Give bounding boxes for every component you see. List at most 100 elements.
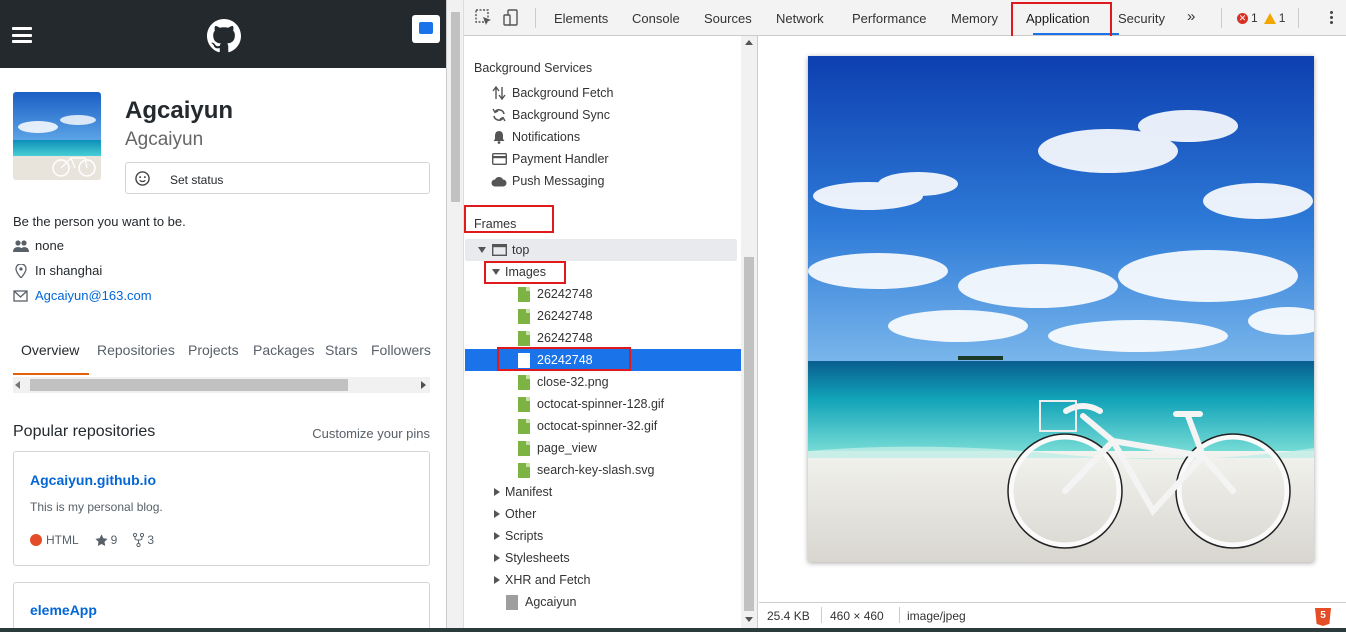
hamburger-menu-icon[interactable] (12, 27, 32, 43)
page-vertical-scrollbar[interactable] (447, 0, 464, 632)
sidebar-item-background-sync[interactable]: Background Sync (491, 108, 610, 122)
tree-item-manifest[interactable]: Manifest (494, 485, 552, 499)
tree-item-label: Agcaiyun (525, 595, 577, 609)
scroll-up-icon[interactable] (745, 40, 753, 45)
tab-performance[interactable]: Performance (852, 11, 926, 26)
tree-item-label: top (512, 243, 530, 257)
tree-item-image[interactable]: search-key-slash.svg (516, 462, 654, 478)
tab-console[interactable]: Console (632, 11, 680, 26)
tree-item-image[interactable]: 26242748 (516, 308, 593, 324)
popular-repositories-title: Popular repositories (13, 423, 156, 440)
scroll-down-icon[interactable] (745, 617, 753, 622)
profile-email[interactable]: Agcaiyun@163.com (13, 288, 152, 303)
error-icon: ✕ (1237, 12, 1248, 24)
sidebar-item-label: Payment Handler (512, 152, 609, 166)
collapse-triangle-icon[interactable] (494, 532, 500, 540)
repo-card: Agcaiyun.github.io This is my personal b… (13, 451, 430, 566)
set-status-button[interactable]: Set status (125, 162, 430, 194)
tab-stars[interactable]: Stars (325, 342, 358, 358)
scrollbar-thumb[interactable] (30, 379, 348, 391)
extension-icon[interactable] (412, 15, 440, 43)
card-icon (491, 153, 507, 165)
tree-item-image[interactable]: page_view (516, 440, 597, 456)
sidebar-item-notifications[interactable]: Notifications (491, 130, 580, 144)
image-file-icon (518, 374, 530, 390)
scroll-right-icon[interactable] (421, 381, 426, 389)
footer-separator (899, 607, 900, 623)
tree-item-image[interactable]: close-32.png (516, 374, 609, 390)
collapse-triangle-icon[interactable] (494, 488, 500, 496)
collapse-triangle-icon[interactable] (494, 554, 500, 562)
scrollbar-thumb[interactable] (744, 257, 754, 611)
more-options-icon[interactable] (1330, 11, 1334, 25)
tab-memory[interactable]: Memory (951, 11, 998, 26)
tab-followers[interactable]: Followers (371, 342, 431, 358)
email-link[interactable]: Agcaiyun@163.com (35, 288, 152, 303)
tab-elements[interactable]: Elements (554, 11, 608, 26)
highlight-box-images (484, 261, 566, 284)
screen: Agcaiyun Agcaiyun Set status Be the pers… (0, 0, 1346, 632)
image-dimensions: 460 × 460 (830, 609, 884, 623)
error-counter[interactable]: ✕ 1 1 (1237, 11, 1285, 25)
location-text: In shanghai (35, 263, 103, 278)
bell-icon (493, 131, 505, 144)
collapse-triangle-icon[interactable] (494, 510, 500, 518)
tab-sources[interactable]: Sources (704, 11, 752, 26)
image-file-icon (518, 418, 530, 434)
tree-item-label: 26242748 (537, 287, 593, 301)
image-file-icon (518, 462, 530, 478)
tree-item-image[interactable]: octocat-spinner-128.gif (516, 396, 664, 412)
tree-item-stylesheets[interactable]: Stylesheets (494, 551, 570, 565)
repo-stars[interactable]: 9 (111, 533, 118, 547)
inspect-element-icon[interactable] (475, 9, 493, 27)
repo-name-link[interactable]: elemeApp (30, 602, 97, 618)
tab-packages[interactable]: Packages (253, 342, 314, 358)
tab-security[interactable]: Security (1118, 11, 1165, 26)
repo-card: elemeApp (13, 582, 430, 632)
image-file-icon (518, 396, 530, 412)
document-file-icon (506, 594, 518, 610)
tab-network[interactable]: Network (776, 11, 824, 26)
profile-company: none (13, 238, 64, 253)
toolbar-separator (535, 8, 536, 28)
sidebar-scrollbar[interactable] (741, 36, 757, 632)
collapse-triangle-icon[interactable] (494, 576, 500, 584)
sidebar-item-background-fetch[interactable]: Background Fetch (491, 86, 613, 100)
tree-item-image[interactable]: octocat-spinner-32.gif (516, 418, 658, 434)
github-profile-page: Agcaiyun Agcaiyun Set status Be the pers… (0, 0, 446, 632)
tabs-horizontal-scrollbar[interactable] (13, 377, 430, 393)
scroll-left-icon[interactable] (15, 381, 20, 389)
tab-repositories[interactable]: Repositories (97, 342, 175, 358)
devtools-toolbar: Elements Console Sources Network Perform… (464, 0, 1346, 45)
sidebar-item-payment-handler[interactable]: Payment Handler (491, 152, 609, 166)
cloud-icon (491, 176, 507, 186)
more-tabs-icon[interactable]: » (1187, 8, 1195, 25)
image-file-icon (518, 286, 530, 302)
tree-item-other[interactable]: Other (494, 507, 536, 521)
sidebar-item-push-messaging[interactable]: Push Messaging (491, 174, 604, 188)
profile-name: Agcaiyun (125, 97, 234, 124)
error-count: 1 (1251, 11, 1258, 25)
tree-item-scripts[interactable]: Scripts (494, 529, 543, 543)
repo-forks[interactable]: 3 (147, 533, 154, 547)
tree-item-document[interactable]: Agcaiyun (504, 594, 577, 610)
tree-item-xhr-fetch[interactable]: XHR and Fetch (494, 573, 590, 587)
avatar[interactable] (13, 92, 101, 180)
tree-item-label: octocat-spinner-32.gif (537, 419, 658, 433)
scrollbar-thumb[interactable] (451, 12, 460, 202)
tab-projects[interactable]: Projects (188, 342, 239, 358)
profile-login: Agcaiyun (125, 129, 204, 150)
tab-overview[interactable]: Overview (21, 342, 79, 358)
customize-pins-link[interactable]: Customize your pins (312, 426, 430, 441)
tree-item-image[interactable]: 26242748 (516, 286, 593, 302)
repo-name-link[interactable]: Agcaiyun.github.io (30, 472, 156, 488)
highlight-box-selected-image (497, 347, 631, 371)
github-logo-icon[interactable] (207, 19, 241, 53)
people-icon (13, 239, 29, 252)
tree-item-image[interactable]: 26242748 (516, 330, 593, 346)
device-toolbar-icon[interactable] (503, 9, 521, 27)
mail-icon (13, 289, 28, 302)
expand-triangle-icon[interactable] (478, 247, 486, 253)
tree-item-top-frame[interactable]: top (478, 243, 529, 257)
sidebar-item-label: Background Fetch (512, 86, 614, 100)
